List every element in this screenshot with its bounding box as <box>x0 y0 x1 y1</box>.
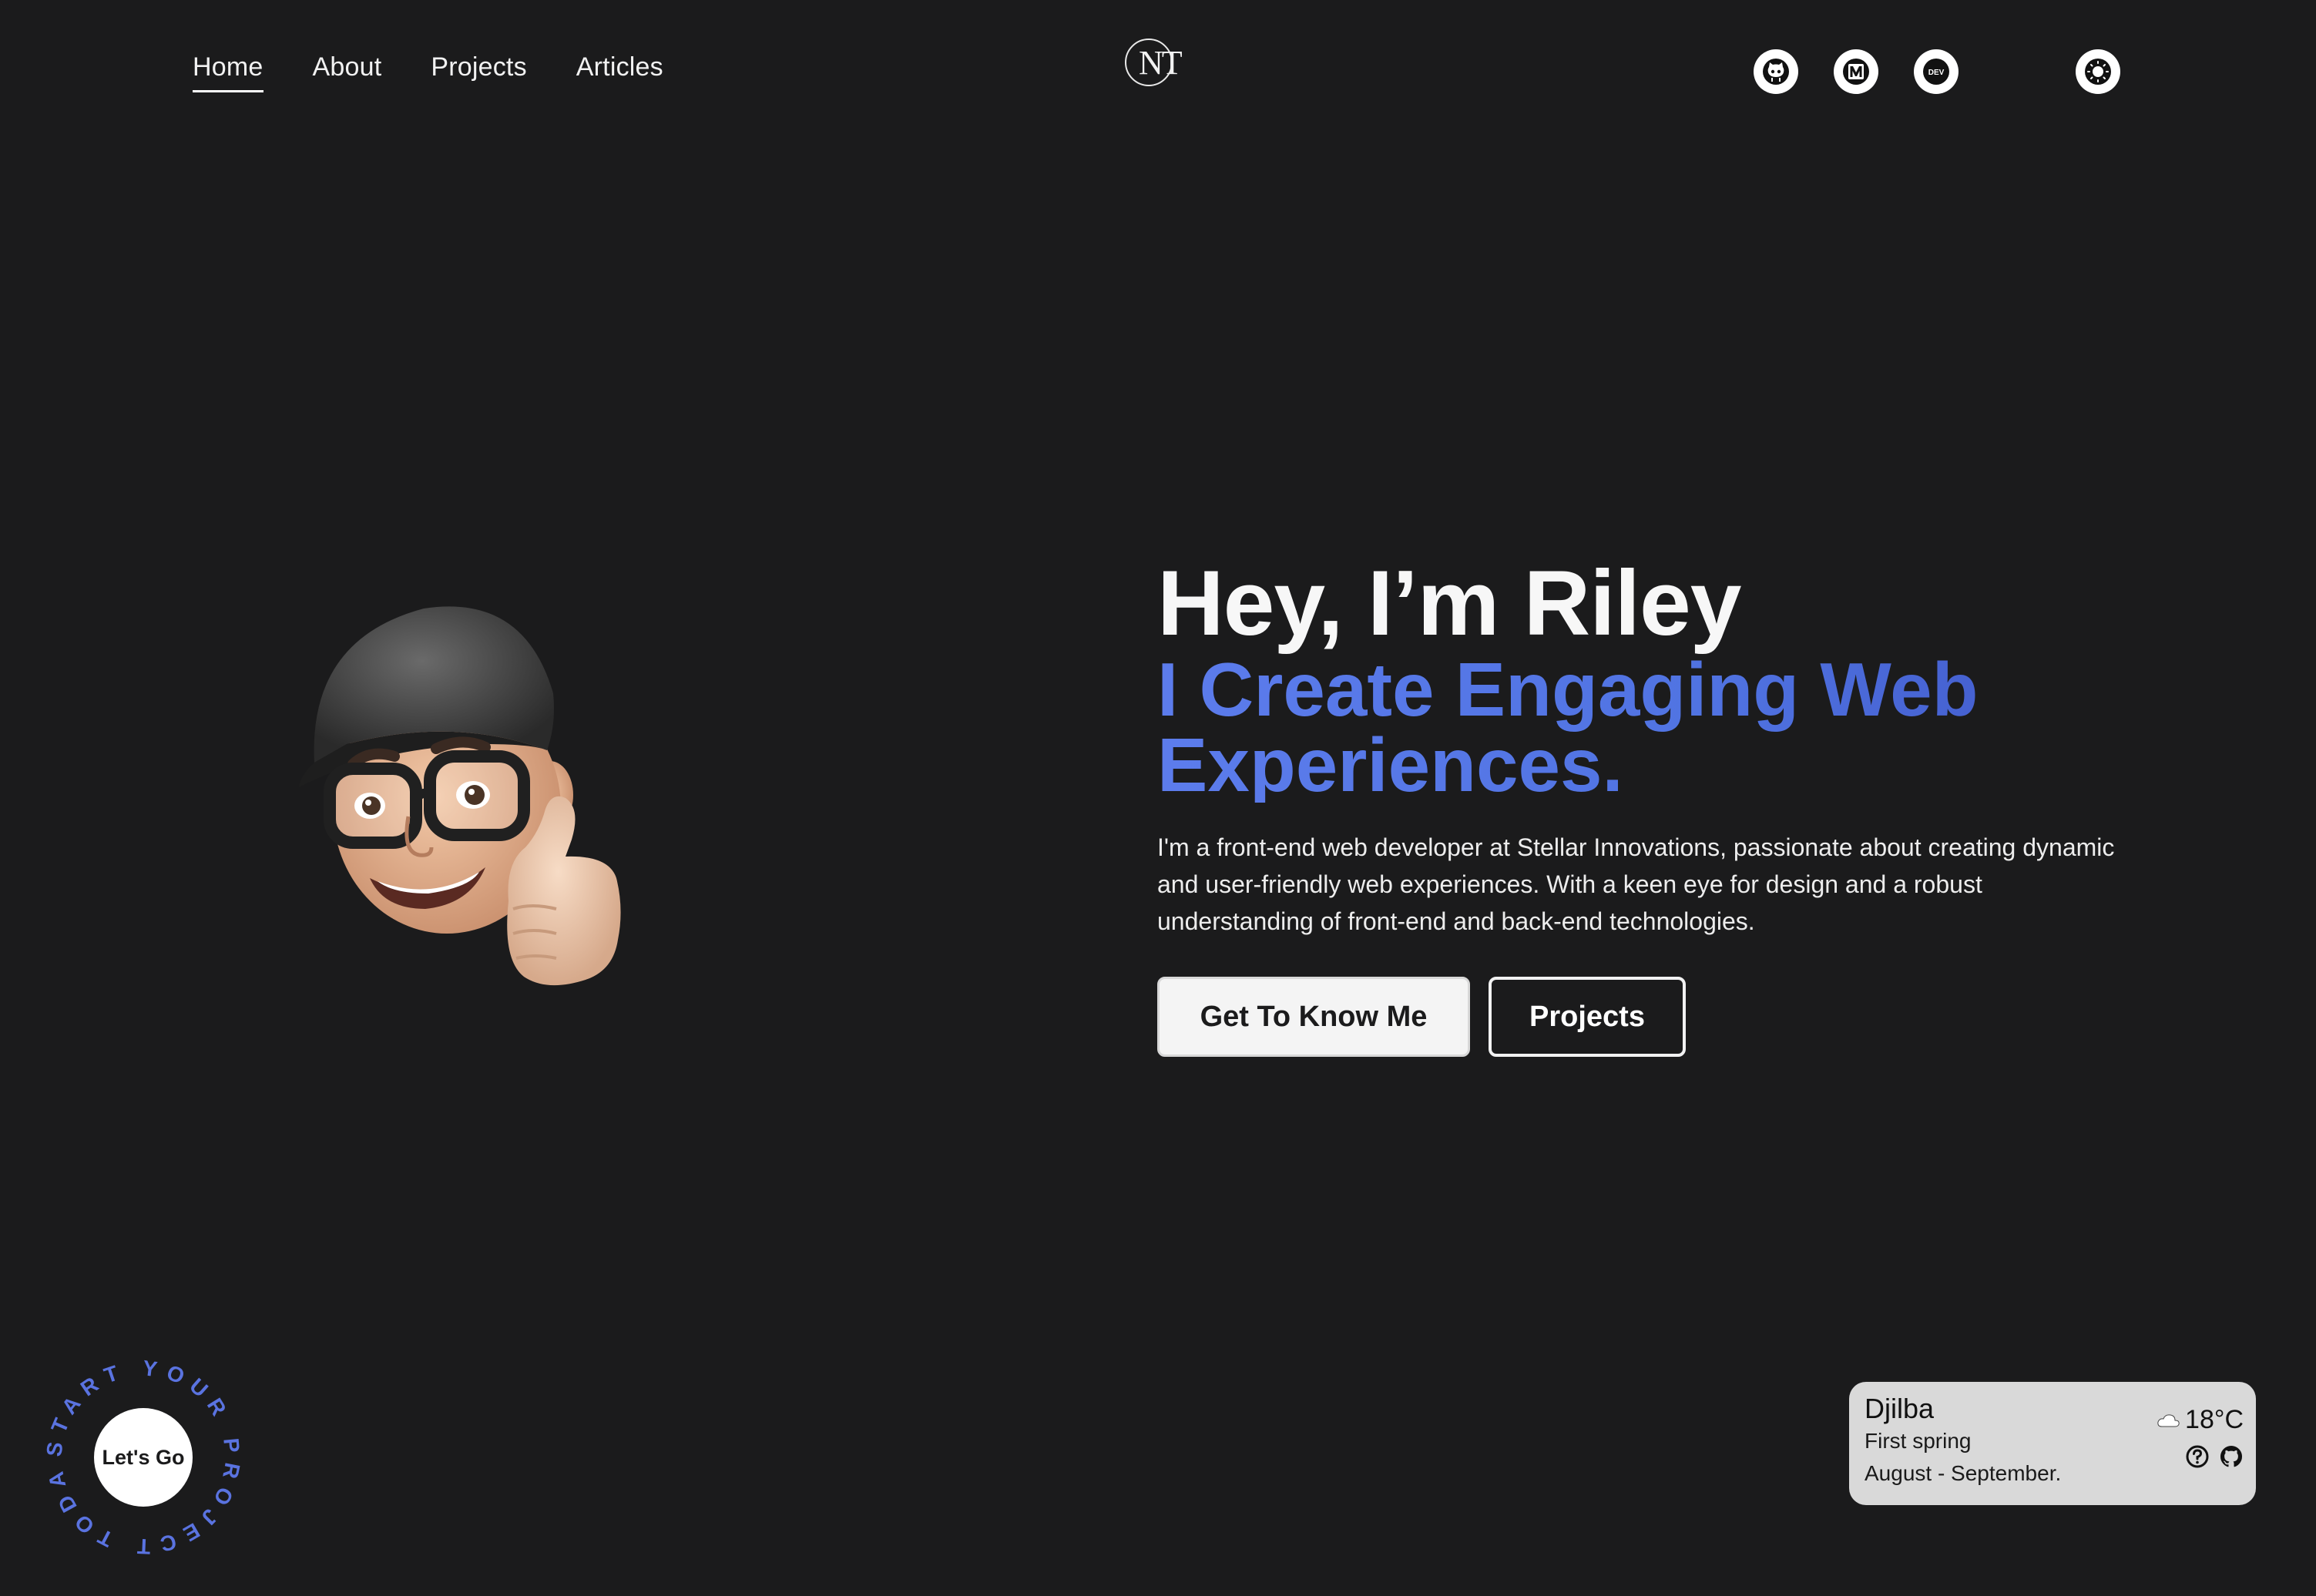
help-icon <box>2186 1445 2209 1468</box>
github-link[interactable] <box>1754 49 1798 94</box>
temperature-readout: 18°C <box>2157 1405 2244 1435</box>
social-links: DEV <box>1754 49 1959 94</box>
main-nav: Home About Projects Articles <box>193 52 663 92</box>
get-to-know-me-button[interactable]: Get To Know Me <box>1157 977 1470 1057</box>
logo-text: NT <box>1139 44 1183 82</box>
medium-link[interactable] <box>1834 49 1878 94</box>
site-logo[interactable]: NT <box>1125 37 1190 88</box>
season-widget: Djilba First spring August - September. … <box>1849 1382 2256 1505</box>
temperature-value: 18°C <box>2185 1405 2244 1434</box>
projects-button[interactable]: Projects <box>1489 977 1686 1057</box>
sun-icon <box>2085 59 2111 85</box>
dev-icon-label: DEV <box>1928 69 1945 77</box>
hero-subtitle: I Create Engaging Web Experiences. <box>1157 652 2159 803</box>
nav-link-projects[interactable]: Projects <box>431 52 526 92</box>
nav-link-home[interactable]: Home <box>193 52 263 92</box>
season-actions <box>2157 1444 2244 1469</box>
avatar-illustration <box>299 606 621 986</box>
hero-buttons: Get To Know Me Projects <box>1157 977 2159 1057</box>
medium-icon <box>1843 59 1869 85</box>
hero-description: I'm a front-end web developer at Stellar… <box>1157 833 2115 935</box>
theme-toggle-button[interactable] <box>2076 49 2120 94</box>
dev-link[interactable]: DEV <box>1914 49 1959 94</box>
github-source-button[interactable] <box>2219 1444 2244 1469</box>
nav-link-articles[interactable]: Articles <box>576 52 663 92</box>
hero-title: Hey, I’m Riley <box>1157 552 1741 655</box>
help-button[interactable] <box>2185 1444 2210 1469</box>
nav-link-about[interactable]: About <box>313 52 382 92</box>
hero-section: Hey, I’m Riley I Create Engaging Web Exp… <box>1157 553 2159 1057</box>
start-project-cta: START YOUR PROJECT TODAY Let's Go <box>35 1350 251 1565</box>
lets-go-button[interactable]: Let's Go <box>94 1408 193 1507</box>
season-weather: 18°C <box>2157 1405 2244 1469</box>
dev-icon: DEV <box>1923 59 1949 85</box>
github-icon <box>2220 1446 2243 1467</box>
cloud-icon <box>2157 1413 2180 1427</box>
github-icon <box>1763 59 1789 85</box>
